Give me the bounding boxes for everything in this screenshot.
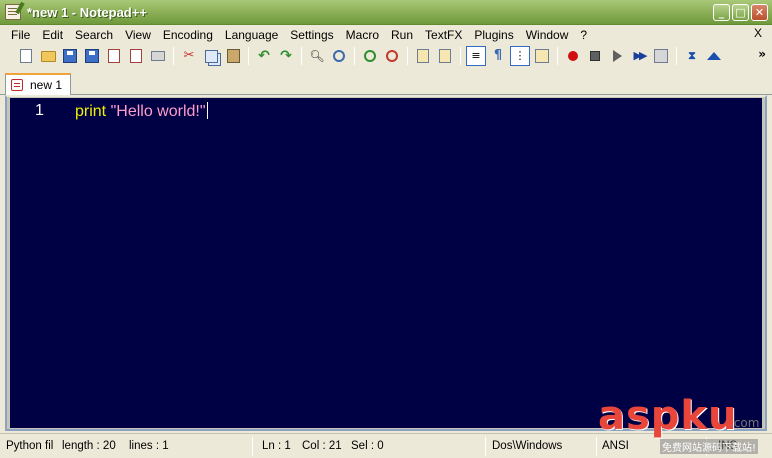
new-file-icon[interactable] — [18, 48, 34, 64]
close-all-icon[interactable] — [128, 48, 144, 64]
replace-icon[interactable] — [331, 48, 347, 64]
unfold-icon[interactable] — [706, 48, 722, 64]
tab-label: new 1 — [30, 78, 63, 92]
watermark-domain: .com — [730, 416, 760, 430]
tab-bar: new 1 — [0, 68, 772, 95]
menu-window[interactable]: Window — [520, 28, 575, 42]
menu-textfx[interactable]: TextFX — [419, 28, 468, 42]
document-map-icon[interactable] — [534, 48, 550, 64]
toolbar-separator — [557, 47, 558, 65]
macro-save-icon[interactable] — [653, 48, 669, 64]
status-divider — [596, 437, 597, 456]
save-icon[interactable] — [62, 48, 78, 64]
watermark-logo: aspku — [598, 393, 738, 439]
open-file-icon[interactable] — [40, 48, 56, 64]
status-selection: Sel : 0 — [351, 440, 384, 452]
status-filetype: Python fil — [6, 440, 54, 452]
menu-file[interactable]: File — [0, 28, 36, 42]
toolbar-overflow-icon[interactable]: » — [758, 47, 766, 61]
line-number: 1 — [35, 102, 44, 119]
status-column: Col : 21 — [302, 440, 342, 452]
toolbar-separator — [460, 47, 461, 65]
toolbar-separator — [676, 47, 677, 65]
fold-icon[interactable]: ⧗ — [684, 48, 700, 64]
status-divider — [485, 437, 486, 456]
copy-icon[interactable] — [203, 48, 219, 64]
toolbar-separator — [301, 47, 302, 65]
status-eol-format: Dos\Windows — [492, 440, 563, 452]
word-wrap-icon[interactable]: ≡ — [466, 46, 486, 66]
status-lines: lines : 1 — [129, 440, 169, 452]
status-encoding: ANSI — [602, 440, 629, 452]
toolbar-separator — [354, 47, 355, 65]
menu-help[interactable]: ? — [574, 28, 593, 42]
tab-new-1[interactable]: new 1 — [5, 73, 71, 95]
sync-horizontal-icon[interactable] — [437, 48, 453, 64]
macro-record-icon[interactable] — [565, 48, 581, 64]
macro-stop-icon[interactable] — [587, 48, 603, 64]
minimize-button[interactable]: _ — [713, 4, 730, 21]
redo-icon[interactable]: ↷ — [278, 48, 294, 64]
zoom-out-icon[interactable] — [384, 48, 400, 64]
cut-icon[interactable]: ✂ — [181, 48, 197, 64]
sync-vertical-icon[interactable] — [415, 48, 431, 64]
code-line[interactable]: print "Hello world!" — [75, 102, 208, 121]
save-all-icon[interactable] — [84, 48, 100, 64]
window-title: *new 1 - Notepad++ — [27, 4, 147, 20]
menu-edit[interactable]: Edit — [36, 28, 69, 42]
status-length: length : 20 — [62, 440, 116, 452]
close-button[interactable]: ✕ — [751, 4, 768, 21]
status-line-number: Ln : 1 — [262, 440, 291, 452]
menu-plugins[interactable]: Plugins — [468, 28, 519, 42]
close-document-button[interactable]: X — [754, 26, 762, 40]
paste-icon[interactable] — [225, 48, 241, 64]
menu-language[interactable]: Language — [219, 28, 284, 42]
maximize-button[interactable]: □ — [732, 4, 749, 21]
menu-macro[interactable]: Macro — [340, 28, 385, 42]
close-file-icon[interactable] — [106, 48, 122, 64]
find-icon[interactable]: 🔍︎ — [309, 48, 325, 64]
code-keyword: print — [75, 103, 107, 120]
toolbar-separator — [407, 47, 408, 65]
indent-guide-icon[interactable]: ⋮ — [510, 46, 530, 66]
menu-view[interactable]: View — [119, 28, 157, 42]
menu-encoding[interactable]: Encoding — [157, 28, 219, 42]
macro-play-icon[interactable] — [609, 48, 625, 64]
toolbar-separator — [173, 47, 174, 65]
watermark-tagline: 免费网站源码下载站! — [660, 439, 759, 454]
text-cursor — [206, 102, 208, 119]
menu-search[interactable]: Search — [69, 28, 119, 42]
undo-icon[interactable]: ↶ — [256, 48, 272, 64]
macro-run-multiple-icon[interactable]: ▶▶ — [631, 48, 648, 64]
title-bar[interactable]: *new 1 - Notepad++ _ □ ✕ — [0, 0, 772, 25]
notepad-app-icon[interactable] — [5, 4, 21, 20]
show-all-chars-icon[interactable]: ¶ — [490, 48, 506, 64]
window-controls: _ □ ✕ — [713, 4, 768, 21]
code-string: "Hello world!" — [110, 103, 206, 120]
zoom-in-icon[interactable] — [362, 48, 378, 64]
status-divider — [252, 437, 253, 456]
menu-bar: File Edit Search View Encoding Language … — [0, 25, 772, 44]
unsaved-file-icon — [11, 79, 23, 91]
toolbar: ✂ ↶ ↷ 🔍︎ ≡ ¶ ⋮ ▶▶ ⧗ — [0, 44, 772, 68]
editor-area[interactable]: 1 print "Hello world!" — [10, 98, 762, 428]
toolbar-separator — [248, 47, 249, 65]
menu-run[interactable]: Run — [385, 28, 419, 42]
print-icon[interactable] — [150, 48, 166, 64]
menu-settings[interactable]: Settings — [284, 28, 339, 42]
